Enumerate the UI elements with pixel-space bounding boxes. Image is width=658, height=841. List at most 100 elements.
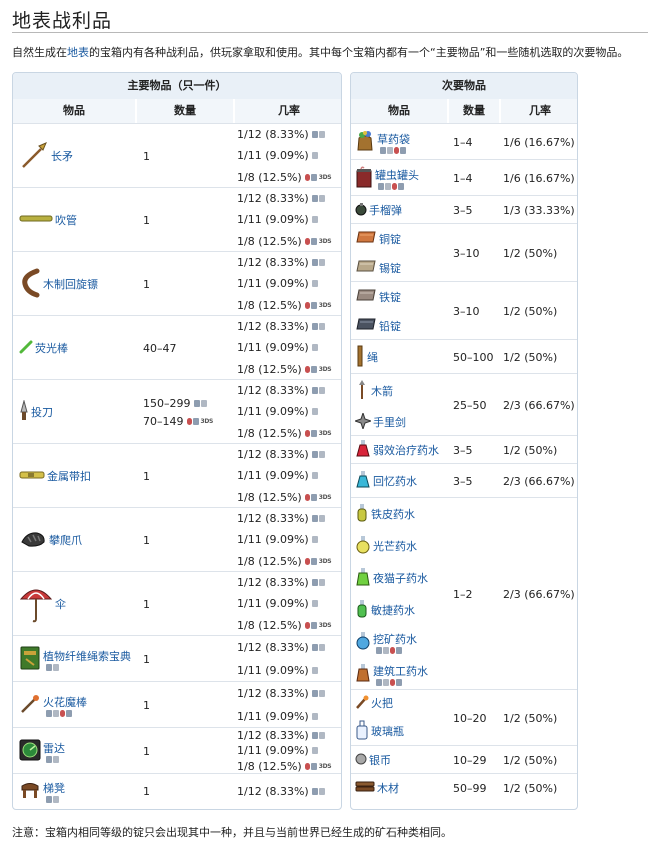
quantity-value: 3–5 xyxy=(453,474,473,488)
item-name-stack: 伞 xyxy=(55,596,66,612)
item-link[interactable]: 木箭 xyxy=(371,383,393,399)
old-gen-console-icon xyxy=(311,344,318,352)
item-name-stack: 植物纤维绳索宝典 xyxy=(43,648,131,671)
item-link[interactable]: 荧光棒 xyxy=(35,340,68,356)
table-row: 绳 50–100 1/2 (50%) xyxy=(351,339,577,373)
item-name-stack: 铅锭 xyxy=(379,318,401,334)
quantity-value: 1 xyxy=(143,653,150,666)
quantity-value: 10–29 xyxy=(453,753,487,767)
item-cell: 雷达 xyxy=(19,728,137,774)
item-list: 手榴弹 xyxy=(355,196,402,224)
item-link[interactable]: 锡锭 xyxy=(379,260,401,276)
item-link[interactable]: 绳 xyxy=(367,349,378,365)
mobile-version-icon xyxy=(304,365,310,373)
rate-value: 1/2 (50%) xyxy=(503,443,558,457)
item-link[interactable]: 铅锭 xyxy=(379,318,401,334)
item-link[interactable]: 伞 xyxy=(55,596,66,612)
spear-icon xyxy=(19,140,49,173)
item-link[interactable]: 敏捷药水 xyxy=(371,602,415,618)
item-entry: 木材 xyxy=(355,780,399,797)
console-version-icon xyxy=(387,146,393,154)
wand-of-sparking-icon xyxy=(19,693,41,718)
item-link[interactable]: 铁锭 xyxy=(379,289,401,305)
rate-value: 1/8 (12.5%) 3DS xyxy=(237,488,341,507)
item-link[interactable]: 玻璃瓶 xyxy=(371,723,404,739)
quantity-value: 1 xyxy=(143,745,150,758)
item-cell: 火把 玻璃瓶 xyxy=(355,690,449,746)
rate-value: 2/3 (66.67%) xyxy=(503,587,575,601)
item-link[interactable]: 手里剑 xyxy=(373,414,406,430)
rate-value: 1/11 (9.09%) xyxy=(237,274,341,293)
item-link[interactable]: 木制回旋镖 xyxy=(43,276,98,292)
console-version-icon xyxy=(310,493,317,501)
quantity-cell: 3–10 xyxy=(453,282,501,340)
rate-text: 1/12 (8.33%) xyxy=(237,320,309,334)
rate-value: 1/8 (12.5%) 3DS xyxy=(237,759,341,774)
rate-value: 1/12 (8.33%) xyxy=(237,317,341,336)
item-link[interactable]: 木材 xyxy=(377,780,399,796)
rate-value: 1/11 (9.09%) xyxy=(237,594,341,613)
item-cell: 草药袋 xyxy=(355,124,449,160)
item-link[interactable]: 铁皮药水 xyxy=(371,506,415,522)
console-version-icon xyxy=(310,429,317,437)
rate-cell: 1/12 (8.33%) 1/11 (9.09%) 1/8 (12.5%) 3DS xyxy=(237,252,341,316)
item-link[interactable]: 建筑工药水 xyxy=(373,663,428,679)
console-version-icon xyxy=(318,787,325,795)
old-gen-console-icon xyxy=(311,152,318,160)
item-link[interactable]: 挖矿药水 xyxy=(373,631,417,647)
item-link[interactable]: 投刀 xyxy=(31,404,53,420)
item-link[interactable]: 雷达 xyxy=(43,740,65,756)
quantity-cell: 3–5 xyxy=(453,436,501,464)
quantity-text: 1 xyxy=(143,277,150,291)
item-link[interactable]: 夜猫子药水 xyxy=(373,570,428,586)
item-entry: 玻璃瓶 xyxy=(355,720,404,743)
item-link[interactable]: 铜锭 xyxy=(379,231,401,247)
item-link[interactable]: 弱效治疗药水 xyxy=(373,442,439,458)
rate-cell: 1/12 (8.33%) 1/11 (9.09%) 1/8 (12.5%) 3DS xyxy=(237,508,341,572)
item-link[interactable]: 回忆药水 xyxy=(373,473,417,489)
surface-link[interactable]: 地表 xyxy=(67,46,89,59)
quantity-cell: 150–299 70–149 3DS xyxy=(143,380,233,444)
item-link[interactable]: 攀爬爪 xyxy=(49,532,82,548)
metal-buckle-icon xyxy=(19,470,45,483)
rate-value: 1/11 (9.09%) xyxy=(237,210,341,229)
item-link[interactable]: 植物纤维绳索宝典 xyxy=(43,648,131,664)
torch-icon xyxy=(355,694,369,713)
item-name-stack: 银币 xyxy=(369,752,391,768)
item-name-stack: 玻璃瓶 xyxy=(371,723,404,739)
rate-value: 1/12 (8.33%) xyxy=(237,728,341,743)
shine-potion-icon xyxy=(355,535,371,558)
rate-value: 1/11 (9.09%) xyxy=(237,707,341,726)
old-gen-console-icon xyxy=(396,646,402,654)
quantity-stack: 40–47 xyxy=(143,342,177,355)
item-list: 弱效治疗药水 xyxy=(355,436,439,464)
item-link[interactable]: 火花魔棒 xyxy=(43,694,87,710)
item-link[interactable]: 金属带扣 xyxy=(47,468,91,484)
item-link[interactable]: 手榴弹 xyxy=(369,202,402,218)
rate-cell: 1/12 (8.33%) 1/11 (9.09%) 1/8 (12.5%) 3DS xyxy=(237,572,341,636)
mobile-version-icon xyxy=(304,429,310,437)
item-list: 铁锭 铅锭 xyxy=(355,282,401,340)
rate-text: 1/8 (12.5%) xyxy=(237,618,302,632)
desktop-version-icon xyxy=(193,399,200,407)
desktop-version-icon xyxy=(46,755,52,763)
item-cell: 金属带扣 xyxy=(19,444,137,508)
item-link[interactable]: 银币 xyxy=(369,752,391,768)
quantity-stack: 1 xyxy=(143,214,150,227)
item-link[interactable]: 梯凳 xyxy=(43,780,65,796)
item-link[interactable]: 吹管 xyxy=(55,212,77,228)
platform-icons xyxy=(311,323,325,331)
console-version-icon xyxy=(385,182,391,190)
blowpipe-icon xyxy=(19,213,53,228)
item-link[interactable]: 草药袋 xyxy=(377,131,410,147)
table-row: 铜锭 锡锭 3–10 1/2 (50%) xyxy=(351,223,577,281)
quantity-cell: 3–5 xyxy=(453,464,501,498)
rate-text: 1/11 (9.09%) xyxy=(237,533,309,547)
item-link[interactable]: 光芒药水 xyxy=(373,538,417,554)
item-link[interactable]: 火把 xyxy=(371,695,393,711)
item-link[interactable]: 罐虫罐头 xyxy=(375,167,419,183)
quantity-text: 1 xyxy=(143,533,150,547)
rate-value: 1/2 (50%) xyxy=(503,246,558,260)
quantity-cell: 1 xyxy=(143,728,233,774)
item-link[interactable]: 长矛 xyxy=(51,148,73,164)
